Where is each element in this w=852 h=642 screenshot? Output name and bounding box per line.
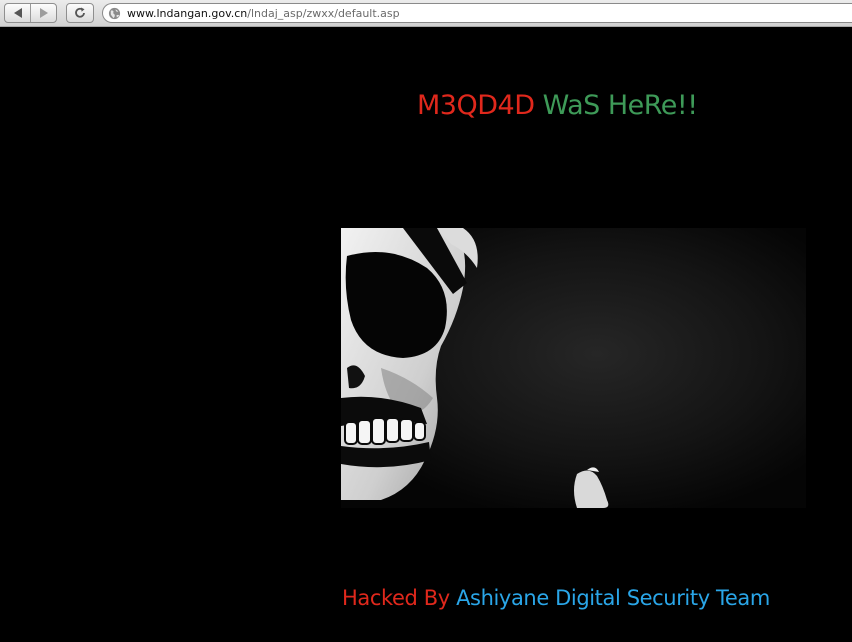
- url-path: /lndaj_asp/zwxx/default.asp: [247, 6, 400, 20]
- headline: M3QD4D WaS HeRe!!: [417, 90, 698, 121]
- globe-icon: [108, 7, 121, 19]
- skull-image: [341, 228, 806, 508]
- back-arrow-icon: [13, 8, 22, 18]
- url-host: www.lndangan.gov.cn: [127, 6, 248, 20]
- forward-button[interactable]: [30, 4, 56, 22]
- back-button[interactable]: [5, 4, 30, 22]
- reload-icon: [75, 7, 85, 18]
- team-name: Ashiyane Digital Security Team: [456, 586, 770, 610]
- hacked-by-line: Hacked By Ashiyane Digital Security Team: [342, 586, 770, 610]
- headline-handle: M3QD4D: [417, 90, 535, 121]
- forward-arrow-icon: [39, 8, 48, 18]
- address-bar[interactable]: www.lndangan.gov.cn/lndaj_asp/zwxx/defau…: [102, 3, 852, 23]
- url-text: www.lndangan.gov.cn/lndaj_asp/zwxx/defau…: [127, 7, 400, 20]
- nav-button-group: [4, 3, 57, 23]
- reload-button[interactable]: [66, 3, 94, 23]
- headline-rest: WaS HeRe!!: [542, 90, 698, 121]
- browser-toolbar: www.lndangan.gov.cn/lndaj_asp/zwxx/defau…: [0, 0, 852, 27]
- page-content: M3QD4D WaS HeRe!! Hacked By Ashiyane Dig…: [0, 27, 852, 642]
- hacked-by-prefix: Hacked By: [342, 586, 450, 610]
